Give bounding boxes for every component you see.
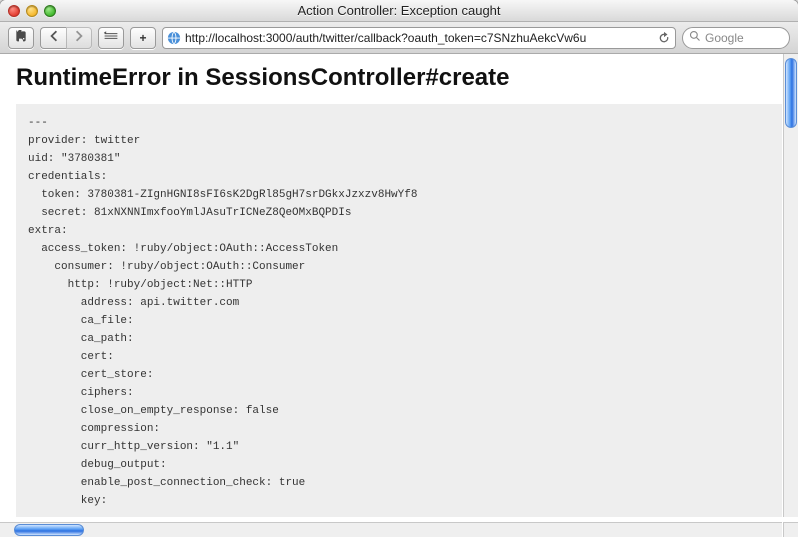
vertical-scrollbar[interactable] xyxy=(783,54,798,517)
bookmarks-button[interactable] xyxy=(98,27,124,49)
evernote-icon xyxy=(13,28,29,47)
site-favicon-icon xyxy=(167,31,181,45)
page-viewport: RuntimeError in SessionsController#creat… xyxy=(0,54,798,537)
page-content: RuntimeError in SessionsController#creat… xyxy=(0,54,782,517)
back-button[interactable] xyxy=(40,27,66,49)
forward-icon xyxy=(73,30,85,45)
toolbar: + http://localhost:3000/auth/twitter/cal… xyxy=(0,22,798,54)
reload-button[interactable] xyxy=(657,31,671,45)
horizontal-scrollbar[interactable] xyxy=(0,522,782,537)
traffic-lights xyxy=(0,5,56,17)
window-title: Action Controller: Exception caught xyxy=(0,3,798,18)
search-field[interactable]: Google xyxy=(682,27,790,49)
url-text: http://localhost:3000/auth/twitter/callb… xyxy=(185,31,653,45)
plus-icon: + xyxy=(139,31,146,45)
bookmarks-icon xyxy=(103,29,119,46)
close-window-button[interactable] xyxy=(8,5,20,17)
add-bookmark-button[interactable]: + xyxy=(130,27,156,49)
search-icon xyxy=(689,30,705,45)
search-placeholder: Google xyxy=(705,31,744,45)
minimize-window-button[interactable] xyxy=(26,5,38,17)
back-icon xyxy=(48,30,60,45)
zoom-window-button[interactable] xyxy=(44,5,56,17)
error-heading: RuntimeError in SessionsController#creat… xyxy=(16,64,766,92)
evernote-clip-button[interactable] xyxy=(8,27,34,49)
forward-button[interactable] xyxy=(66,27,92,49)
horizontal-scroll-thumb[interactable] xyxy=(14,524,84,536)
scroll-corner xyxy=(783,522,798,537)
address-bar[interactable]: http://localhost:3000/auth/twitter/callb… xyxy=(162,27,676,49)
vertical-scroll-thumb[interactable] xyxy=(785,58,797,128)
error-body: --- provider: twitter uid: "3780381" cre… xyxy=(16,104,782,517)
browser-window: Action Controller: Exception caught xyxy=(0,0,798,537)
titlebar[interactable]: Action Controller: Exception caught xyxy=(0,0,798,22)
nav-back-forward xyxy=(40,27,92,49)
